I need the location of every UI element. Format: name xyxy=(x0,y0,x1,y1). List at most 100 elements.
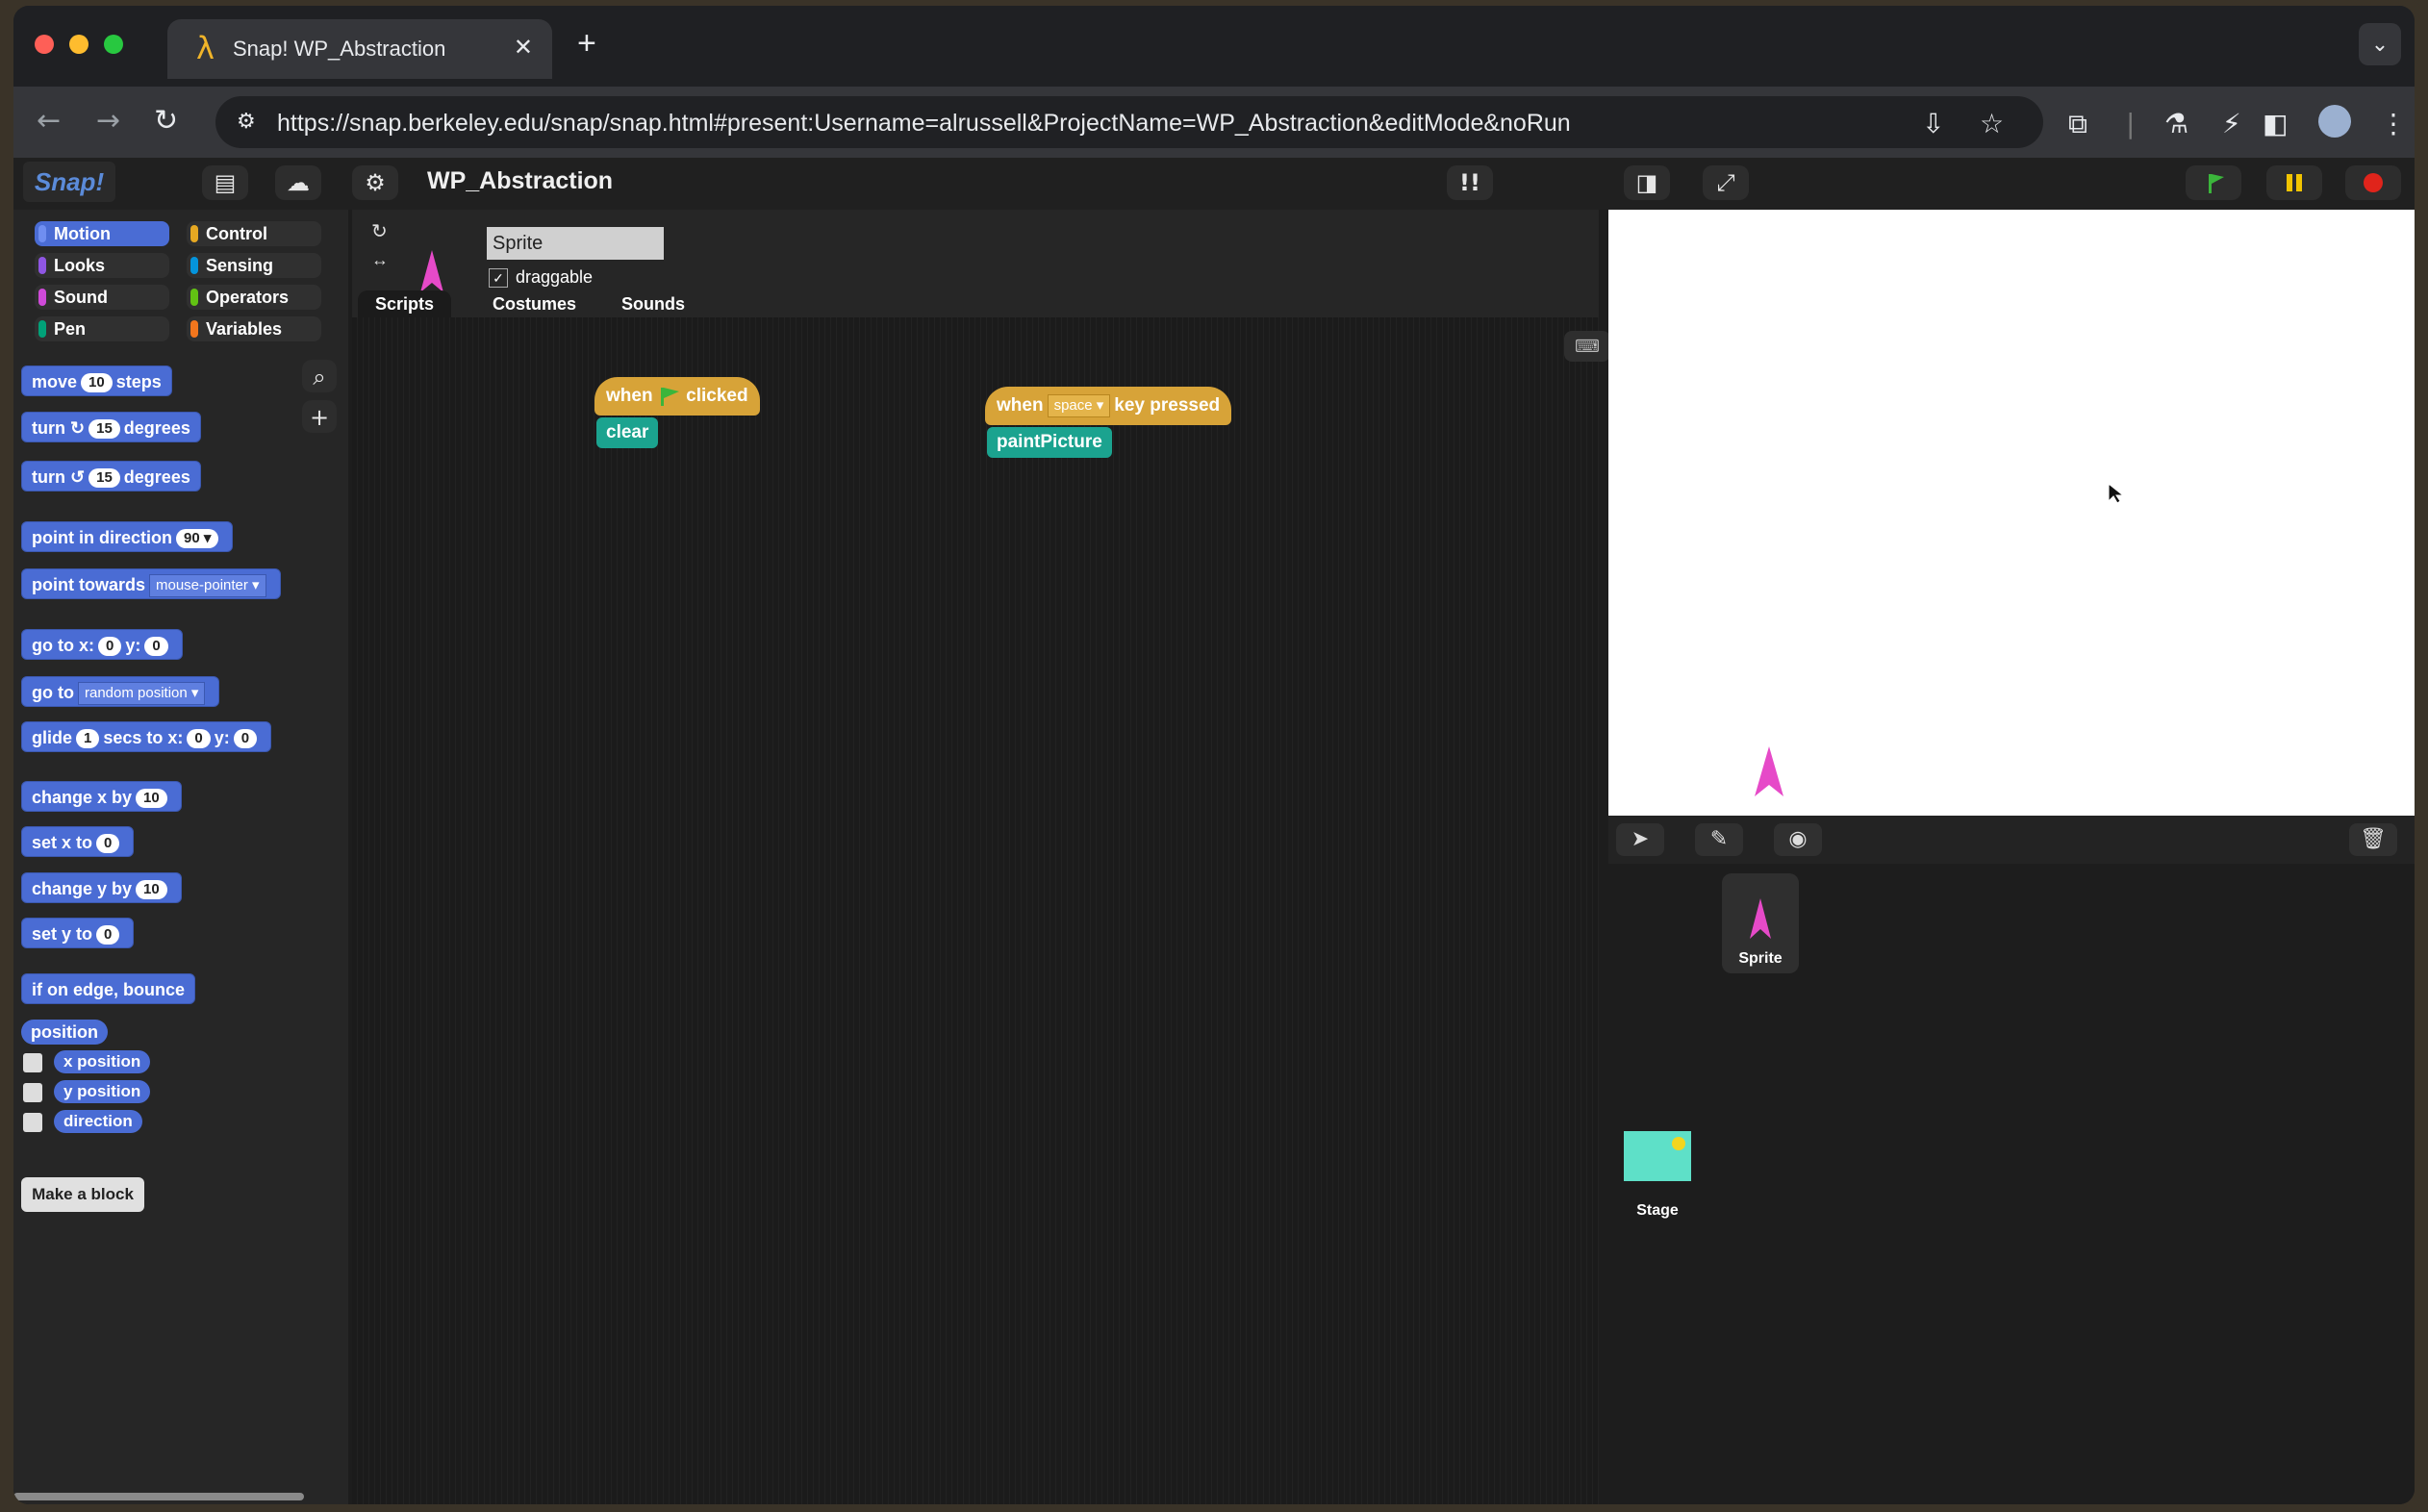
unused-blocks-icon[interactable]: !! xyxy=(1447,165,1493,200)
maximize-window-button[interactable] xyxy=(104,35,123,54)
block-set-x[interactable]: set x to 0 xyxy=(21,826,135,857)
close-window-button[interactable] xyxy=(35,35,54,54)
bookmark-star-icon[interactable]: ☆ xyxy=(1980,108,2004,139)
reporter-x-position[interactable]: x position xyxy=(54,1050,151,1073)
stage-thumbnail[interactable] xyxy=(1624,1131,1691,1181)
keyboard-entry-icon[interactable]: ⌨ xyxy=(1564,331,1610,362)
reporter-direction[interactable]: direction xyxy=(54,1110,142,1133)
block-input[interactable]: 15 xyxy=(89,419,120,440)
checkbox-x-position[interactable] xyxy=(23,1053,42,1072)
block-point-in-direction[interactable]: point in direction 90 ▾ xyxy=(21,521,234,552)
back-arrow-icon[interactable]: ← xyxy=(37,104,61,139)
block-if-on-edge-bounce[interactable]: if on edge, bounce xyxy=(21,973,196,1004)
stop-button[interactable] xyxy=(2345,165,2401,200)
block-move[interactable]: move 10 steps xyxy=(21,365,172,396)
new-tab-button[interactable]: + xyxy=(577,27,596,60)
block-input[interactable]: 10 xyxy=(136,789,167,809)
close-tab-icon[interactable]: ✕ xyxy=(514,34,533,62)
search-blocks-icon[interactable]: ⌕ xyxy=(302,360,337,392)
when-flag-clicked-hat[interactable]: when clicked xyxy=(594,377,760,416)
green-flag-button[interactable] xyxy=(2186,165,2241,200)
file-icon[interactable]: ▤ xyxy=(202,165,248,200)
extensions-icon[interactable]: ⧉ xyxy=(2068,108,2087,140)
reload-icon[interactable]: ↻ xyxy=(154,104,178,139)
paint-picture-block[interactable]: paintPicture xyxy=(987,427,1112,458)
category-sensing[interactable]: Sensing xyxy=(187,253,321,278)
category-operators[interactable]: Operators xyxy=(187,285,321,310)
site-settings-icon[interactable]: ⚙ xyxy=(237,110,256,134)
tab-sounds[interactable]: Sounds xyxy=(604,290,702,317)
when-key-pressed-hat[interactable]: when space ▾ key pressed xyxy=(985,387,1232,425)
tab-search-button[interactable]: ⌄ xyxy=(2359,23,2401,65)
make-a-block-button[interactable]: Make a block xyxy=(21,1177,144,1212)
block-go-to-xy[interactable]: go to x: 0 y: 0 xyxy=(21,629,183,660)
profile-avatar[interactable] xyxy=(2318,105,2351,138)
reporter-position[interactable]: position xyxy=(21,1020,108,1045)
block-input[interactable]: 0 xyxy=(187,729,211,749)
block-dropdown[interactable]: random position ▾ xyxy=(77,682,206,706)
category-variables[interactable]: Variables xyxy=(187,316,321,341)
draggable-checkbox[interactable]: ✓ xyxy=(489,268,508,289)
tab-costumes[interactable]: Costumes xyxy=(475,290,594,317)
install-app-icon[interactable]: ⇩ xyxy=(1922,108,1944,139)
trash-icon[interactable]: 🗑 xyxy=(2349,823,2397,856)
side-panel-icon[interactable]: ◧ xyxy=(2263,108,2288,139)
block-input[interactable]: 0 xyxy=(144,637,168,657)
category-pen[interactable]: Pen xyxy=(35,316,169,341)
block-dropdown[interactable]: mouse-pointer ▾ xyxy=(149,574,266,598)
checkbox-y-position[interactable] xyxy=(23,1083,42,1102)
rotate-left-right-icon[interactable]: ↔ xyxy=(371,250,389,270)
url-text[interactable]: https://snap.berkeley.edu/snap/snap.html… xyxy=(277,110,1571,138)
cloud-icon[interactable]: ☁ xyxy=(275,165,321,200)
category-control[interactable]: Control xyxy=(187,221,321,246)
block-change-y[interactable]: change y by 10 xyxy=(21,872,182,903)
tab-scripts[interactable]: Scripts xyxy=(358,290,452,317)
pause-button[interactable] xyxy=(2266,165,2322,200)
rotate-freely-icon[interactable]: ↻ xyxy=(371,219,388,243)
stage-size-icon[interactable]: ◨ xyxy=(1624,165,1670,200)
settings-gear-icon[interactable]: ⚙ xyxy=(352,165,398,200)
block-input[interactable]: 0 xyxy=(96,834,120,854)
category-motion[interactable]: Motion xyxy=(35,221,169,246)
sprite-on-stage[interactable] xyxy=(1753,744,1785,798)
block-turn-right[interactable]: turn ↻ 15 degrees xyxy=(21,412,201,442)
fullscreen-icon[interactable]: ⤢ xyxy=(1703,165,1749,200)
clear-block[interactable]: clear xyxy=(596,417,659,448)
camera-icon[interactable]: ◉ xyxy=(1774,823,1822,856)
block-input[interactable]: 1 xyxy=(76,729,100,749)
draggable-option[interactable]: ✓ draggable xyxy=(489,267,593,289)
category-sound[interactable]: Sound xyxy=(35,285,169,310)
block-input[interactable]: 0 xyxy=(233,729,258,749)
performance-icon[interactable]: ⚡ xyxy=(2222,108,2241,139)
category-looks[interactable]: Looks xyxy=(35,253,169,278)
block-glide[interactable]: glide 1 secs to x: 0 y: 0 xyxy=(21,721,272,752)
block-turn-left[interactable]: turn ↺ 15 degrees xyxy=(21,461,201,491)
reporter-y-position[interactable]: y position xyxy=(54,1080,151,1103)
stage[interactable] xyxy=(1608,210,2415,816)
block-input[interactable]: 10 xyxy=(81,373,113,393)
block-point-towards[interactable]: point towards mouse-pointer ▾ xyxy=(21,568,281,599)
scripts-area[interactable]: ⌨ when clicked clear when space ▾ key pres… xyxy=(352,317,1610,1504)
browser-tab[interactable]: λ Snap! WP_Abstraction ✕ xyxy=(167,19,552,79)
checkbox-direction[interactable] xyxy=(23,1113,42,1132)
block-input[interactable]: 90 ▾ xyxy=(176,529,219,549)
address-bar[interactable]: ⚙ https://snap.berkeley.edu/snap/snap.ht… xyxy=(215,96,2043,148)
block-change-x[interactable]: change x by 10 xyxy=(21,781,182,812)
block-input[interactable]: 10 xyxy=(136,880,167,900)
chrome-menu-icon[interactable]: ⋮ xyxy=(2380,108,2407,139)
forward-arrow-icon[interactable]: → xyxy=(96,104,120,139)
paint-brush-icon[interactable]: ✎ xyxy=(1695,823,1743,856)
key-dropdown[interactable]: space ▾ xyxy=(1047,393,1111,417)
block-input[interactable]: 0 xyxy=(98,637,122,657)
sprite-name-field[interactable]: Sprite xyxy=(487,227,664,260)
sprite-thumbnail[interactable]: Sprite xyxy=(1722,873,1799,973)
block-set-y[interactable]: set y to 0 xyxy=(21,918,135,948)
minimize-window-button[interactable] xyxy=(69,35,89,54)
block-go-to[interactable]: go to random position ▾ xyxy=(21,676,220,707)
block-input[interactable]: 0 xyxy=(96,925,120,945)
add-block-icon[interactable]: + xyxy=(302,400,337,433)
labs-flask-icon[interactable]: ⚗ xyxy=(2164,108,2188,139)
palette-scrollbar[interactable] xyxy=(13,1493,304,1500)
turtle-arrow-icon[interactable]: ➤ xyxy=(1616,823,1664,856)
snap-logo[interactable]: Snap! xyxy=(23,162,115,202)
